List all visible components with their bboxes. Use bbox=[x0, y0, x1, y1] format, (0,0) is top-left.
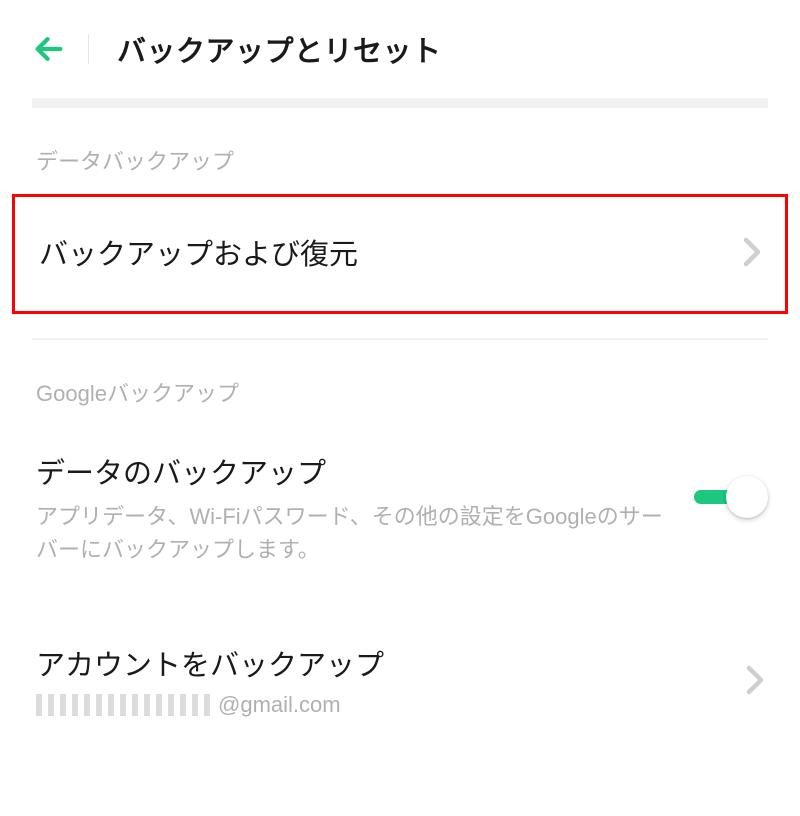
chevron-right-icon bbox=[743, 237, 761, 267]
toggle-knob bbox=[726, 476, 768, 518]
toggle-wrapper bbox=[694, 476, 768, 516]
item-subtitle: アプリデータ、Wi-Fiパスワード、その他の設定をGoogleのサーバーにバック… bbox=[36, 500, 674, 566]
item-text: アカウントをバックアップ @gmail.com bbox=[36, 642, 746, 718]
section-label-data-backup: データバックアップ bbox=[0, 108, 800, 194]
backup-and-restore-item[interactable]: バックアップおよび復元 bbox=[12, 194, 788, 314]
redacted-email-user bbox=[36, 694, 216, 716]
divider bbox=[32, 98, 768, 108]
account-email: @gmail.com bbox=[36, 692, 746, 718]
data-backup-toggle[interactable] bbox=[694, 476, 768, 516]
item-title: データのバックアップ bbox=[36, 450, 674, 492]
item-title: アカウントをバックアップ bbox=[36, 642, 746, 684]
item-text: データのバックアップ アプリデータ、Wi-Fiパスワード、その他の設定をGoog… bbox=[36, 450, 694, 566]
header-divider bbox=[88, 34, 89, 64]
data-backup-item[interactable]: データのバックアップ アプリデータ、Wi-Fiパスワード、その他の設定をGoog… bbox=[0, 426, 800, 586]
header: バックアップとリセット bbox=[0, 0, 800, 92]
page-title: バックアップとリセット bbox=[117, 28, 442, 70]
chevron-right-icon bbox=[746, 665, 764, 695]
item-title: バックアップおよび復元 bbox=[39, 231, 358, 273]
email-domain: @gmail.com bbox=[218, 692, 341, 717]
section-label-google-backup: Googleバックアップ bbox=[0, 340, 800, 426]
backup-account-item[interactable]: アカウントをバックアップ @gmail.com bbox=[0, 586, 800, 738]
back-arrow-icon[interactable] bbox=[32, 32, 66, 66]
